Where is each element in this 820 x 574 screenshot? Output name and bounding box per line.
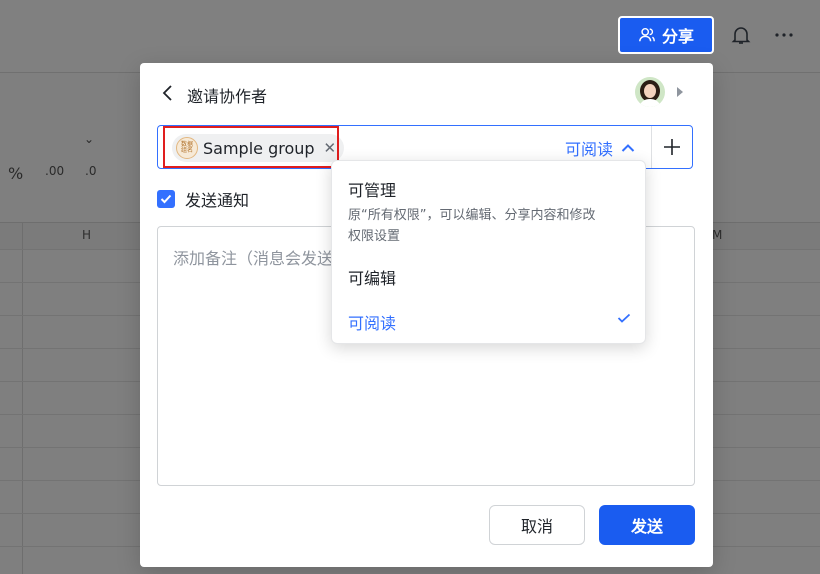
option-can-edit[interactable]: 可编辑: [348, 265, 396, 289]
check-icon: [160, 194, 172, 204]
share-button-label: 分享: [661, 27, 694, 46]
check-icon: [617, 313, 631, 323]
bell-icon[interactable]: [730, 24, 752, 46]
permission-select[interactable]: 可阅读: [565, 137, 635, 159]
option-title: 可阅读: [348, 314, 397, 333]
note-placeholder: 添加备注（消息会发送: [173, 249, 334, 268]
option-can-manage[interactable]: 可管理 原“所有权限”，可以编辑、分享内容和修改权限设置: [348, 177, 608, 247]
cancel-button[interactable]: 取消: [489, 505, 585, 545]
background-toolbar: ⌄ % .00 .0: [0, 122, 140, 196]
more-icon[interactable]: [773, 24, 795, 46]
decimal-increase-button: .00: [45, 164, 65, 178]
option-description: 原“所有权限”，可以编辑、分享内容和修改权限设置: [348, 208, 596, 244]
column-header-m: M: [712, 228, 723, 242]
add-invitee-button[interactable]: [652, 126, 692, 168]
share-button[interactable]: 分享: [618, 16, 714, 54]
users-icon: [639, 27, 655, 42]
option-title: 可管理: [348, 181, 397, 200]
percent-format-button: %: [8, 164, 24, 183]
user-avatar[interactable]: [635, 77, 665, 107]
plus-icon: [664, 139, 680, 155]
send-notification-checkbox[interactable]: [157, 190, 175, 208]
dialog-header: 邀请协作者: [140, 63, 713, 125]
option-can-read[interactable]: 可阅读: [348, 310, 396, 334]
send-button[interactable]: 发送: [599, 505, 695, 545]
permission-dropdown: 可管理 原“所有权限”，可以编辑、分享内容和修改权限设置 可编辑 可阅读: [331, 160, 646, 344]
highlight-box: [163, 126, 339, 168]
chevron-up-icon: [621, 144, 635, 152]
back-arrow-icon[interactable]: [160, 83, 176, 103]
decimal-decrease-button: .0: [85, 164, 97, 178]
option-title: 可编辑: [348, 269, 397, 288]
send-notification-label: 发送通知: [185, 191, 250, 210]
caret-right-icon[interactable]: [677, 87, 683, 97]
send-notification-row[interactable]: 发送通知: [157, 187, 249, 211]
dialog-title: 邀请协作者: [187, 87, 268, 106]
chevron-down-icon: ⌄: [84, 132, 95, 146]
column-header-h: H: [82, 228, 92, 242]
permission-select-label: 可阅读: [565, 140, 614, 159]
